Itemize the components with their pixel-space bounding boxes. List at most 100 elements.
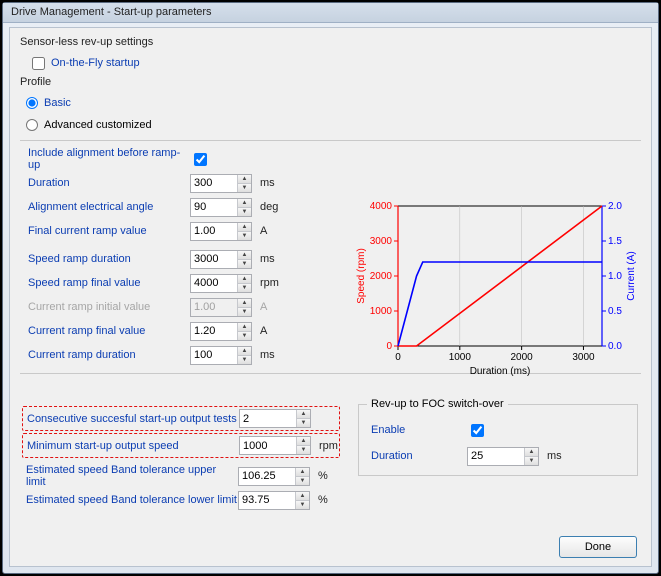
band-upper-input[interactable] [239, 468, 295, 485]
spin-down-icon[interactable]: ▼ [238, 356, 251, 364]
speed-ramp-final-input[interactable] [191, 275, 237, 292]
spin-down-icon[interactable]: ▼ [238, 284, 251, 292]
spin-down-icon[interactable]: ▼ [238, 208, 251, 216]
final-current-unit: A [252, 225, 267, 237]
spin-up-icon[interactable]: ▲ [297, 410, 310, 419]
current-ramp-duration-spinner[interactable]: ▲▼ [190, 346, 252, 365]
revup-chart: 0100020003000010002000300040000.00.51.01… [350, 198, 640, 378]
final-current-spinner[interactable]: ▲▼ [190, 222, 252, 241]
divider [20, 140, 641, 141]
alignment-duration-label: Duration [20, 177, 190, 189]
profile-title: Profile [20, 76, 641, 88]
svg-text:2000: 2000 [370, 271, 393, 282]
spin-down-icon[interactable]: ▼ [238, 232, 251, 240]
spin-down-icon: ▼ [238, 308, 251, 316]
window-title: Drive Management - Start-up parameters [11, 6, 212, 18]
on-the-fly-label: On-the-Fly startup [51, 57, 140, 69]
current-ramp-final-spinner[interactable]: ▲▼ [190, 322, 252, 341]
spin-down-icon[interactable]: ▼ [238, 332, 251, 340]
band-lower-input[interactable] [239, 492, 295, 509]
band-lower-spinner[interactable]: ▲▼ [238, 491, 310, 510]
alignment-duration-unit: ms [252, 177, 275, 189]
alignment-angle-label: Alignment electrical angle [20, 201, 190, 213]
sensorless-settings-title: Sensor-less rev-up settings [20, 36, 641, 48]
spin-up-icon[interactable]: ▲ [525, 448, 538, 457]
svg-text:1000: 1000 [370, 306, 393, 317]
spin-down-icon[interactable]: ▼ [297, 419, 310, 427]
alignment-duration-input[interactable] [191, 175, 237, 192]
spin-up-icon[interactable]: ▲ [238, 323, 251, 332]
consec-tests-spinner[interactable]: ▲▼ [239, 409, 311, 428]
speed-ramp-duration-input[interactable] [191, 251, 237, 268]
speed-ramp-final-spinner[interactable]: ▲▼ [190, 274, 252, 293]
final-current-label: Final current ramp value [20, 225, 190, 237]
speed-ramp-duration-label: Speed ramp duration [20, 253, 190, 265]
svg-text:2.0: 2.0 [608, 201, 622, 212]
current-ramp-duration-input[interactable] [191, 347, 237, 364]
switchover-title: Rev-up to FOC switch-over [367, 398, 508, 410]
speed-ramp-duration-unit: ms [252, 253, 275, 265]
spin-down-icon[interactable]: ▼ [238, 260, 251, 268]
svg-text:3000: 3000 [572, 352, 595, 363]
current-ramp-final-unit: A [252, 325, 267, 337]
profile-advanced-label: Advanced customized [44, 119, 152, 131]
switchover-enable-checkbox[interactable] [471, 424, 484, 437]
final-current-input[interactable] [191, 223, 237, 240]
current-ramp-initial-input [191, 299, 237, 316]
svg-text:Current (A): Current (A) [626, 251, 637, 300]
svg-text:0: 0 [395, 352, 401, 363]
svg-text:4000: 4000 [370, 201, 393, 212]
on-the-fly-checkbox[interactable] [32, 57, 45, 70]
spin-up-icon[interactable]: ▲ [238, 251, 251, 260]
speed-ramp-duration-spinner[interactable]: ▲▼ [190, 250, 252, 269]
spin-down-icon[interactable]: ▼ [296, 501, 309, 509]
switchover-duration-unit: ms [539, 450, 562, 462]
speed-ramp-final-label: Speed ramp final value [20, 277, 190, 289]
spin-up-icon[interactable]: ▲ [238, 223, 251, 232]
spin-down-icon[interactable]: ▼ [297, 446, 310, 454]
spin-up-icon[interactable]: ▲ [238, 199, 251, 208]
band-lower-unit: % [310, 494, 328, 506]
svg-text:1.0: 1.0 [608, 271, 622, 282]
current-ramp-initial-unit: A [252, 301, 267, 313]
switchover-group: Rev-up to FOC switch-over Enable Duratio… [358, 404, 638, 476]
spin-up-icon[interactable]: ▲ [297, 437, 310, 446]
spin-down-icon[interactable]: ▼ [296, 477, 309, 485]
spin-up-icon: ▲ [238, 299, 251, 308]
svg-text:2000: 2000 [511, 352, 534, 363]
svg-text:0.0: 0.0 [608, 341, 622, 352]
svg-text:0: 0 [386, 341, 392, 352]
consec-tests-input[interactable] [240, 410, 296, 427]
svg-text:Speed (rpm): Speed (rpm) [356, 248, 367, 304]
alignment-angle-spinner[interactable]: ▲▼ [190, 198, 252, 217]
switchover-duration-input[interactable] [468, 448, 524, 465]
current-ramp-duration-label: Current ramp duration [20, 349, 190, 361]
spin-down-icon[interactable]: ▼ [525, 457, 538, 465]
consec-tests-label: Consecutive succesful start-up output te… [27, 413, 239, 425]
include-alignment-checkbox[interactable] [194, 153, 207, 166]
spin-up-icon[interactable]: ▲ [238, 275, 251, 284]
spin-up-icon[interactable]: ▲ [296, 492, 309, 501]
svg-text:1.5: 1.5 [608, 236, 622, 247]
spin-up-icon[interactable]: ▲ [238, 347, 251, 356]
alignment-angle-input[interactable] [191, 199, 237, 216]
spin-up-icon[interactable]: ▲ [238, 175, 251, 184]
done-button[interactable]: Done [559, 536, 637, 558]
spin-up-icon[interactable]: ▲ [296, 468, 309, 477]
current-ramp-final-label: Current ramp final value [20, 325, 190, 337]
min-speed-label: Minimum start-up output speed [27, 440, 239, 452]
svg-text:1000: 1000 [449, 352, 472, 363]
profile-advanced-radio[interactable] [26, 119, 38, 131]
min-speed-input[interactable] [240, 437, 296, 454]
current-ramp-final-input[interactable] [191, 323, 237, 340]
min-speed-spinner[interactable]: ▲▼ [239, 436, 311, 455]
band-upper-spinner[interactable]: ▲▼ [238, 467, 310, 486]
band-lower-label: Estimated speed Band tolerance lower lim… [20, 494, 238, 506]
profile-basic-radio[interactable] [26, 97, 38, 109]
switchover-duration-spinner[interactable]: ▲▼ [467, 447, 539, 466]
current-ramp-initial-spinner: ▲▼ [190, 298, 252, 317]
switchover-enable-label: Enable [367, 424, 467, 436]
spin-down-icon[interactable]: ▼ [238, 184, 251, 192]
svg-text:Duration (ms): Duration (ms) [470, 366, 531, 377]
alignment-duration-spinner[interactable]: ▲▼ [190, 174, 252, 193]
